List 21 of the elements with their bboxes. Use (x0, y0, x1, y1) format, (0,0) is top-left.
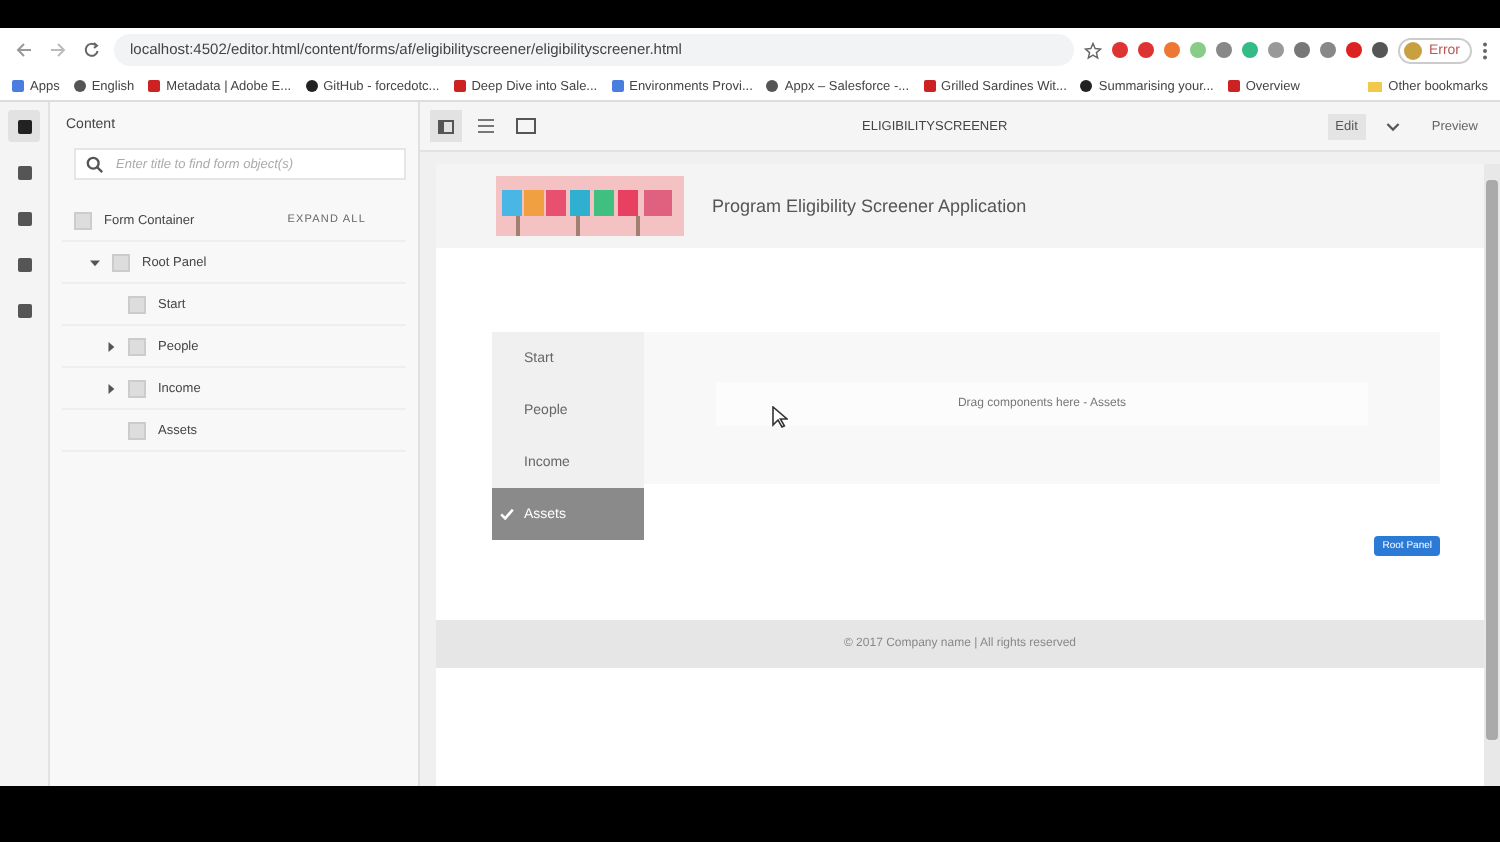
container-icon (74, 211, 92, 229)
caret-icon[interactable] (106, 341, 116, 351)
caret-icon[interactable] (106, 383, 116, 393)
star-icon[interactable] (1084, 41, 1103, 59)
sidebar-tool-icon[interactable] (8, 110, 40, 142)
back-icon[interactable] (12, 42, 36, 58)
menu-icon[interactable] (1482, 41, 1488, 59)
search-icon (86, 155, 104, 173)
panel-icon (128, 421, 146, 439)
reload-icon[interactable] (80, 42, 104, 58)
cursor-icon (772, 406, 788, 428)
panel-icon (128, 337, 146, 355)
chevron-icon[interactable] (1385, 121, 1400, 131)
panel-icon (112, 253, 130, 271)
page-heading: Program Eligibility Screener Application (712, 196, 1027, 216)
side-panel-icon[interactable] (430, 110, 462, 142)
check-icon (500, 508, 514, 520)
panel-icon (128, 379, 146, 397)
panel-icon (128, 295, 146, 313)
caret-icon[interactable] (90, 257, 100, 267)
scrollbar[interactable] (1484, 164, 1500, 786)
